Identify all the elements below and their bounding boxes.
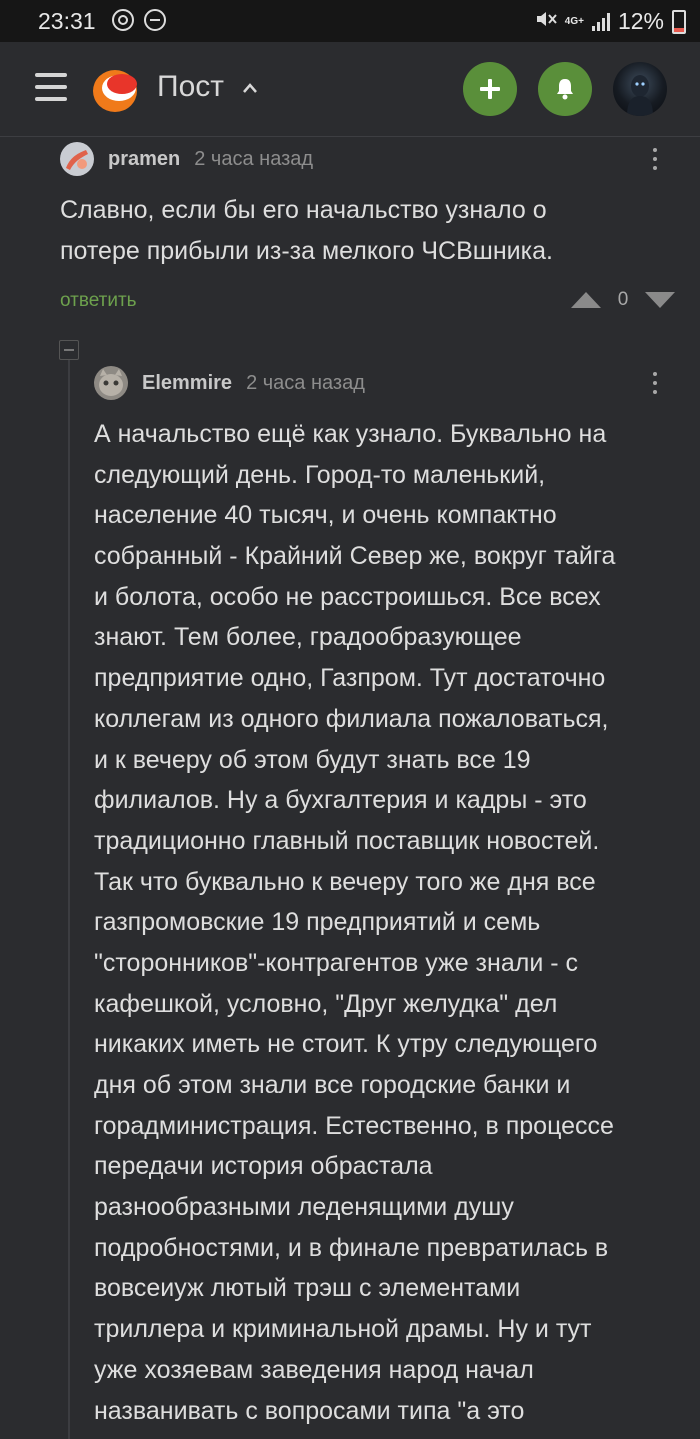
signal-icon (591, 12, 610, 31)
upvote-icon[interactable] (569, 290, 603, 310)
battery-icon (672, 9, 686, 34)
comment-line: Так что буквально к вечеру того же дня в… (94, 867, 596, 896)
avatar[interactable] (60, 142, 94, 176)
menu-icon[interactable] (35, 73, 67, 101)
comment-line: коллегам из одного филиала пожаловаться, (94, 704, 609, 733)
data-saver-icon (112, 9, 134, 31)
comment-text: Славно, если бы его начальство узнало о … (60, 190, 553, 271)
status-time: 23:31 (38, 8, 96, 34)
comment-username[interactable]: pramen (108, 148, 180, 171)
add-post-button[interactable] (463, 62, 517, 116)
comment-header: pramen 2 часа назад (60, 142, 313, 176)
avatar[interactable] (94, 366, 128, 400)
comment-line: и к вечеру об этом будут знать все 19 (94, 745, 531, 774)
comment-line: "сторонников"-контрагентов уже знали - с (94, 948, 578, 977)
page-title[interactable]: Пост (157, 70, 224, 104)
comment-line: предприятие одно, Газпром. Тут достаточн… (94, 664, 606, 693)
comment-line: подробностями, и в финале превратилась в (94, 1233, 609, 1262)
comment-line: триллера и криминальной драмы. Ну и тут (94, 1315, 592, 1344)
app-bar: Пост (0, 42, 700, 137)
comment-text: А начальство ещё как узнало. Буквально н… (94, 414, 615, 1431)
status-bar: 23:31 4G+ 12% (0, 0, 700, 42)
comment-line: филиалов. Ну а бухгалтерия и кадры - это (94, 786, 587, 815)
comment-time: 2 часа назад (246, 371, 365, 394)
comment-time: 2 часа назад (194, 147, 314, 170)
comment-username[interactable]: Elemmire (142, 372, 232, 395)
notifications-button[interactable] (538, 62, 592, 116)
battery-percent: 12% (617, 8, 664, 34)
comment-rating: 0 (617, 289, 629, 310)
comment-line: горадминистрация. Естественно, в процесс… (94, 1111, 614, 1140)
comment-line: А начальство ещё как узнало. Буквально н… (94, 420, 607, 448)
status-right-group: 4G+ 12% (535, 8, 686, 35)
pikabu-logo[interactable] (92, 64, 142, 114)
user-avatar[interactable] (613, 62, 667, 116)
comment-line: разнообразными леденящими душу (94, 1193, 514, 1222)
comment-line: газпромовские 19 предприятий и семь (94, 908, 541, 937)
reply-button[interactable]: ответить (60, 290, 137, 312)
comment-header: Elemmire 2 часа назад (94, 366, 365, 400)
chevron-up-icon[interactable] (242, 80, 258, 96)
comment-line: уже хозяевам заведения народ начал (94, 1355, 534, 1384)
comment-line: население 40 тысяч, и очень компактно (94, 501, 557, 530)
collapse-thread-button[interactable] (59, 340, 79, 360)
comment-line: кафешкой, условно, "Друг желудка" дел (94, 989, 558, 1018)
comment-line: собранный - Крайний Север же, вокруг тай… (94, 542, 616, 571)
comment-line: вовсеиуж лютый трэш с элементами (94, 1274, 521, 1303)
network-type: 4G+ (564, 15, 584, 27)
downvote-icon[interactable] (643, 290, 677, 310)
comment-line: дня об этом знали все городские банки и (94, 1071, 571, 1099)
thread-line (68, 360, 70, 1439)
comment-line: передачи история обрастала (94, 1152, 433, 1181)
more-options-icon[interactable] (645, 368, 665, 398)
more-options-icon[interactable] (645, 144, 665, 174)
comment-line: традиционно главный поставщик новостей. (94, 826, 600, 855)
comment-line: названивать с вопросами типа "а это (94, 1396, 525, 1425)
mute-icon (535, 9, 557, 35)
comment-line: потере прибыли из-за мелкого ЧСВшника. (60, 236, 553, 265)
comment-line: знают. Тем более, градообразующее (94, 623, 522, 652)
comment-line: и болота, особо не расстроишься. Все все… (94, 582, 601, 611)
do-not-disturb-icon (144, 9, 166, 31)
comment-line: никаких иметь не стоит. К утру следующег… (94, 1030, 598, 1059)
comment-line: следующий день. Город-то маленький, (94, 460, 546, 489)
comment-line: Славно, если бы его начальство узнало о (60, 196, 547, 224)
bell-icon (557, 79, 573, 100)
